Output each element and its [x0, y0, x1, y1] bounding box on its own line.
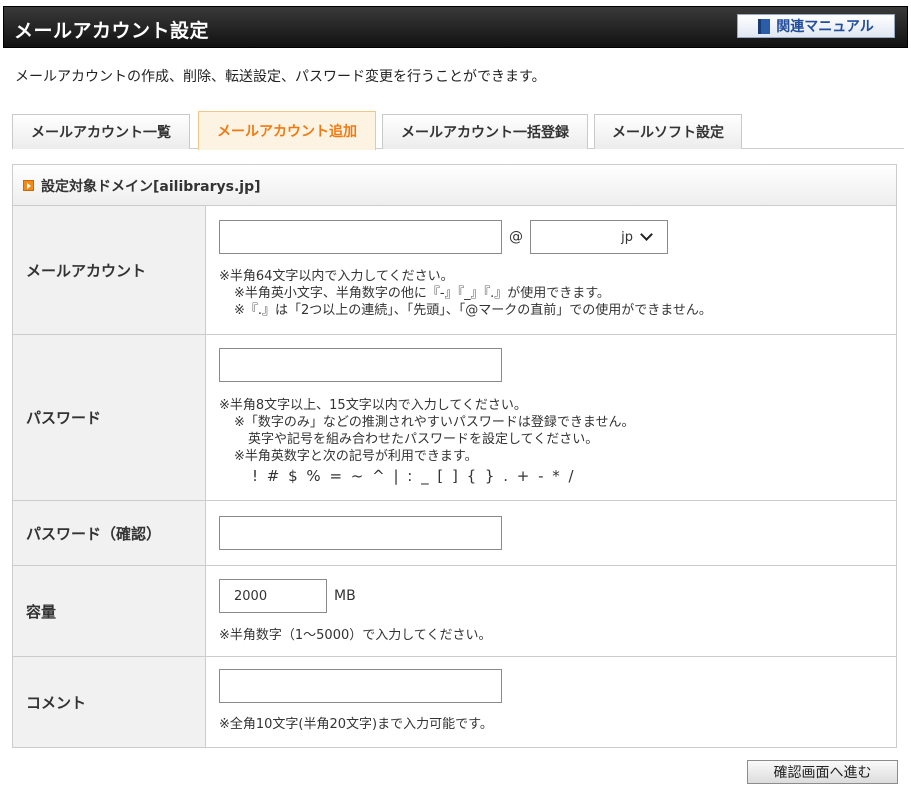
domain-heading-row: 設定対象ドメイン[ailibrarys.jp] — [13, 165, 896, 206]
mail-account-note-2: ※半角英小文字、半角数字の他に『-』『_』『.』が使用できます。 — [234, 286, 610, 301]
row-password-confirm: パスワード（確認） — [13, 501, 896, 566]
arrow-right-icon — [23, 180, 34, 191]
related-manual-button[interactable]: 関連マニュアル — [737, 14, 895, 38]
mail-account-input[interactable] — [219, 220, 502, 254]
row-capacity: 容量 MB ※半角数字（1～5000）で入力してください。 — [13, 566, 896, 657]
row-comment: コメント ※全角10文字(半角20文字)まで入力可能です。 — [13, 657, 896, 747]
row-password: パスワード ※半角8文字以上、15文字以内で入力してください。 ※「数字のみ」な… — [13, 335, 896, 501]
capacity-label: 容量 — [13, 566, 206, 656]
domain-heading: 設定対象ドメイン[ailibrarys.jp] — [41, 179, 261, 195]
capacity-input[interactable] — [219, 579, 327, 613]
related-manual-label: 関連マニュアル — [776, 19, 874, 35]
tab-mail-software[interactable]: メールソフト設定 — [594, 114, 742, 149]
capacity-unit: MB — [334, 588, 356, 604]
comment-note: ※全角10文字(半角20文字)まで入力可能です。 — [219, 717, 493, 732]
password-confirm-label: パスワード（確認） — [13, 501, 206, 565]
password-note-4: ※半角英数字と次の記号が利用できます。 — [234, 449, 478, 464]
password-confirm-input[interactable] — [219, 516, 502, 550]
chevron-down-icon — [640, 228, 653, 241]
password-label: パスワード — [13, 335, 206, 500]
comment-label: コメント — [13, 657, 206, 747]
capacity-note: ※半角数字（1～5000）で入力してください。 — [219, 628, 492, 643]
password-note-1: ※半角8文字以上、15文字以内で入力してください。 — [219, 398, 527, 413]
page-header: メールアカウント設定 関連マニュアル — [3, 6, 908, 48]
tab-bulk-register[interactable]: メールアカウント一括登録 — [382, 114, 588, 149]
domain-select-value: jp — [621, 229, 633, 245]
password-note-3: 英字や記号を組み合わせたパスワードを設定してください。 — [248, 432, 599, 447]
page-title: メールアカウント設定 — [14, 20, 210, 42]
password-note-2: ※「数字のみ」などの推測されやすいパスワードは登録できません。 — [234, 415, 635, 430]
book-icon — [758, 18, 771, 34]
row-mail-account: メールアカウント @ jp ※半角64文字以内で入力してください。 ※半角英小文… — [13, 206, 896, 335]
mail-account-note-3: ※『.』は「2つ以上の連続」、「先頭」、「@マークの直前」での使用ができません。 — [234, 303, 712, 318]
account-form: 設定対象ドメイン[ailibrarys.jp] メールアカウント @ jp ※半… — [12, 164, 897, 748]
domain-select[interactable]: jp — [530, 220, 668, 254]
password-input[interactable] — [219, 348, 502, 382]
proceed-to-confirm-button[interactable]: 確認画面へ進む — [747, 760, 898, 784]
tab-account-add[interactable]: メールアカウント追加 — [198, 111, 376, 150]
mail-account-note-1: ※半角64文字以内で入力してください。 — [219, 269, 454, 284]
tab-account-list[interactable]: メールアカウント一覧 — [12, 114, 190, 149]
tab-bar: メールアカウント一覧 メールアカウント追加 メールアカウント一括登録 メールソフ… — [12, 111, 904, 150]
at-mark: @ — [509, 229, 523, 245]
password-allowed-symbols: ! # $ % = ~ ^ | : _ [ ] { } . + - * / — [252, 467, 576, 485]
mail-account-label: メールアカウント — [13, 206, 206, 334]
page-description: メールアカウントの作成、削除、転送設定、パスワード変更を行うことができます。 — [15, 69, 546, 85]
comment-input[interactable] — [219, 669, 502, 703]
